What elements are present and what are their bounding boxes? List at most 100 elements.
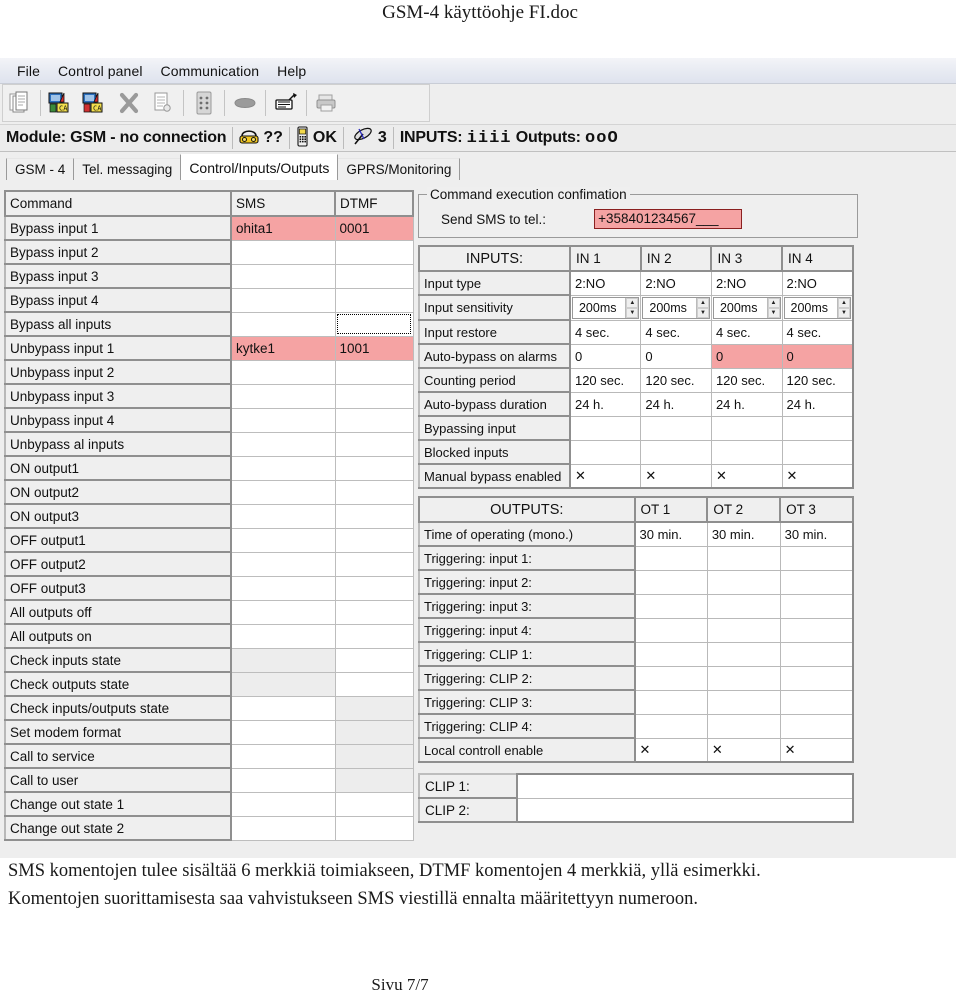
- outputs-value-cell[interactable]: ✕: [634, 737, 708, 763]
- inputs-value-cell[interactable]: 2:NO: [710, 270, 783, 296]
- stepper-buttons[interactable]: ▲ ▼: [695, 297, 709, 318]
- command-dtmf-cell[interactable]: [334, 527, 414, 553]
- inputs-value-cell[interactable]: [781, 439, 854, 465]
- inputs-value-cell[interactable]: [781, 415, 854, 441]
- stepper-down-icon[interactable]: ▼: [696, 307, 709, 318]
- command-dtmf-cell[interactable]: [334, 647, 414, 673]
- command-sms-cell[interactable]: [230, 359, 336, 385]
- menu-item-control-panel[interactable]: Control panel: [49, 63, 152, 79]
- command-dtmf-cell[interactable]: [334, 503, 414, 529]
- command-dtmf-cell[interactable]: [334, 815, 414, 841]
- command-sms-cell[interactable]: kytke1: [230, 335, 336, 361]
- keypad-icon[interactable]: [187, 87, 221, 119]
- outputs-value-cell[interactable]: 30 min.: [779, 521, 854, 547]
- command-dtmf-cell[interactable]: [334, 287, 414, 313]
- send-sms-tel-input[interactable]: +358401234567___: [594, 209, 743, 229]
- inputs-value-cell[interactable]: [569, 415, 642, 441]
- print-icon[interactable]: [310, 87, 344, 119]
- outputs-value-cell[interactable]: [706, 593, 781, 619]
- stepper-up-icon[interactable]: ▲: [696, 297, 709, 308]
- inputs-value-cell[interactable]: [640, 415, 712, 441]
- stepper-down-icon[interactable]: ▼: [626, 307, 639, 318]
- command-sms-cell[interactable]: [230, 503, 336, 529]
- command-sms-cell[interactable]: [230, 767, 336, 793]
- stepper-down-icon[interactable]: ▼: [767, 307, 780, 318]
- inputs-value-cell[interactable]: ✕: [640, 463, 712, 489]
- command-dtmf-cell[interactable]: [334, 791, 414, 817]
- inputs-value-cell[interactable]: 0: [569, 343, 642, 369]
- command-sms-cell[interactable]: [230, 551, 336, 577]
- menu-item-file[interactable]: File: [8, 63, 49, 79]
- outputs-value-cell[interactable]: 30 min.: [634, 521, 708, 547]
- outputs-value-cell[interactable]: ✕: [706, 737, 781, 763]
- command-dtmf-cell[interactable]: [334, 599, 414, 625]
- inputs-value-cell[interactable]: 4 sec.: [781, 319, 854, 345]
- input-sensitivity-stepper[interactable]: 200ms ▲ ▼: [571, 296, 640, 319]
- new-document-icon[interactable]: [3, 87, 37, 119]
- outputs-value-cell[interactable]: [634, 569, 708, 595]
- outputs-value-cell[interactable]: ✕: [779, 737, 854, 763]
- inputs-value-cell[interactable]: [569, 439, 642, 465]
- outputs-value-cell[interactable]: [634, 641, 708, 667]
- command-dtmf-cell[interactable]: [334, 383, 414, 409]
- outputs-value-cell[interactable]: [779, 665, 854, 691]
- command-dtmf-cell[interactable]: 0001: [334, 215, 414, 241]
- outputs-value-cell[interactable]: [634, 689, 708, 715]
- command-dtmf-cell[interactable]: [334, 359, 414, 385]
- connect-icon[interactable]: [228, 87, 262, 119]
- menu-item-help[interactable]: Help: [268, 63, 315, 79]
- stepper-buttons[interactable]: ▲ ▼: [766, 297, 780, 318]
- command-sms-cell[interactable]: [230, 407, 336, 433]
- tab-control-inputs-outputs[interactable]: Control/Inputs/Outputs: [180, 154, 339, 180]
- inputs-value-cell[interactable]: 120 sec.: [781, 367, 854, 393]
- command-sms-cell[interactable]: [230, 647, 336, 673]
- inputs-value-cell[interactable]: 24 h.: [781, 391, 854, 417]
- command-dtmf-cell[interactable]: 1001: [334, 335, 414, 361]
- outputs-value-cell[interactable]: [779, 713, 854, 739]
- command-sms-cell[interactable]: [230, 431, 336, 457]
- stepper-up-icon[interactable]: ▲: [767, 297, 780, 308]
- stepper-buttons[interactable]: ▲ ▼: [625, 297, 639, 318]
- outputs-value-cell[interactable]: [779, 569, 854, 595]
- tab-gprs-monitoring[interactable]: GPRS/Monitoring: [337, 158, 461, 180]
- inputs-value-cell[interactable]: ✕: [569, 463, 642, 489]
- command-sms-cell[interactable]: [230, 815, 336, 841]
- inputs-value-cell[interactable]: 2:NO: [640, 270, 712, 296]
- input-sensitivity-stepper[interactable]: 200ms ▲ ▼: [783, 296, 851, 319]
- outputs-value-cell[interactable]: [634, 713, 708, 739]
- command-sms-cell[interactable]: [230, 791, 336, 817]
- inputs-value-cell[interactable]: 4 sec.: [569, 319, 642, 345]
- stepper-down-icon[interactable]: ▼: [838, 307, 850, 318]
- command-dtmf-cell[interactable]: [334, 695, 414, 721]
- outputs-value-cell[interactable]: [706, 689, 781, 715]
- inputs-value-cell[interactable]: 4 sec.: [710, 319, 783, 345]
- inputs-value-cell[interactable]: 0: [710, 343, 783, 369]
- inputs-value-cell[interactable]: 200ms ▲ ▼: [640, 294, 712, 321]
- stepper-buttons[interactable]: ▲ ▼: [837, 297, 850, 318]
- tab-gsm-4[interactable]: GSM - 4: [6, 158, 75, 180]
- tab-tel-messaging[interactable]: Tel. messaging: [73, 158, 182, 180]
- outputs-value-cell[interactable]: [779, 593, 854, 619]
- clip-value-field[interactable]: [516, 773, 854, 799]
- inputs-value-cell[interactable]: 200ms ▲ ▼: [569, 294, 642, 321]
- modem-icon[interactable]: [269, 87, 303, 119]
- command-dtmf-cell[interactable]: [334, 551, 414, 577]
- outputs-value-cell[interactable]: [779, 545, 854, 571]
- command-sms-cell[interactable]: [230, 239, 336, 265]
- inputs-value-cell[interactable]: 2:NO: [569, 270, 642, 296]
- command-sms-cell[interactable]: [230, 287, 336, 313]
- outputs-value-cell[interactable]: [706, 569, 781, 595]
- inputs-value-cell[interactable]: ✕: [710, 463, 783, 489]
- command-dtmf-cell[interactable]: [334, 743, 414, 769]
- command-dtmf-cell[interactable]: [334, 719, 414, 745]
- outputs-value-cell[interactable]: [779, 617, 854, 643]
- command-sms-cell[interactable]: [230, 455, 336, 481]
- command-dtmf-cell[interactable]: [334, 311, 414, 337]
- outputs-value-cell[interactable]: [706, 641, 781, 667]
- inputs-value-cell[interactable]: 120 sec.: [640, 367, 712, 393]
- input-sensitivity-stepper[interactable]: 200ms ▲ ▼: [642, 296, 710, 319]
- command-dtmf-cell[interactable]: [334, 455, 414, 481]
- command-sms-cell[interactable]: [230, 743, 336, 769]
- stepper-up-icon[interactable]: ▲: [626, 297, 639, 308]
- stepper-up-icon[interactable]: ▲: [838, 297, 850, 308]
